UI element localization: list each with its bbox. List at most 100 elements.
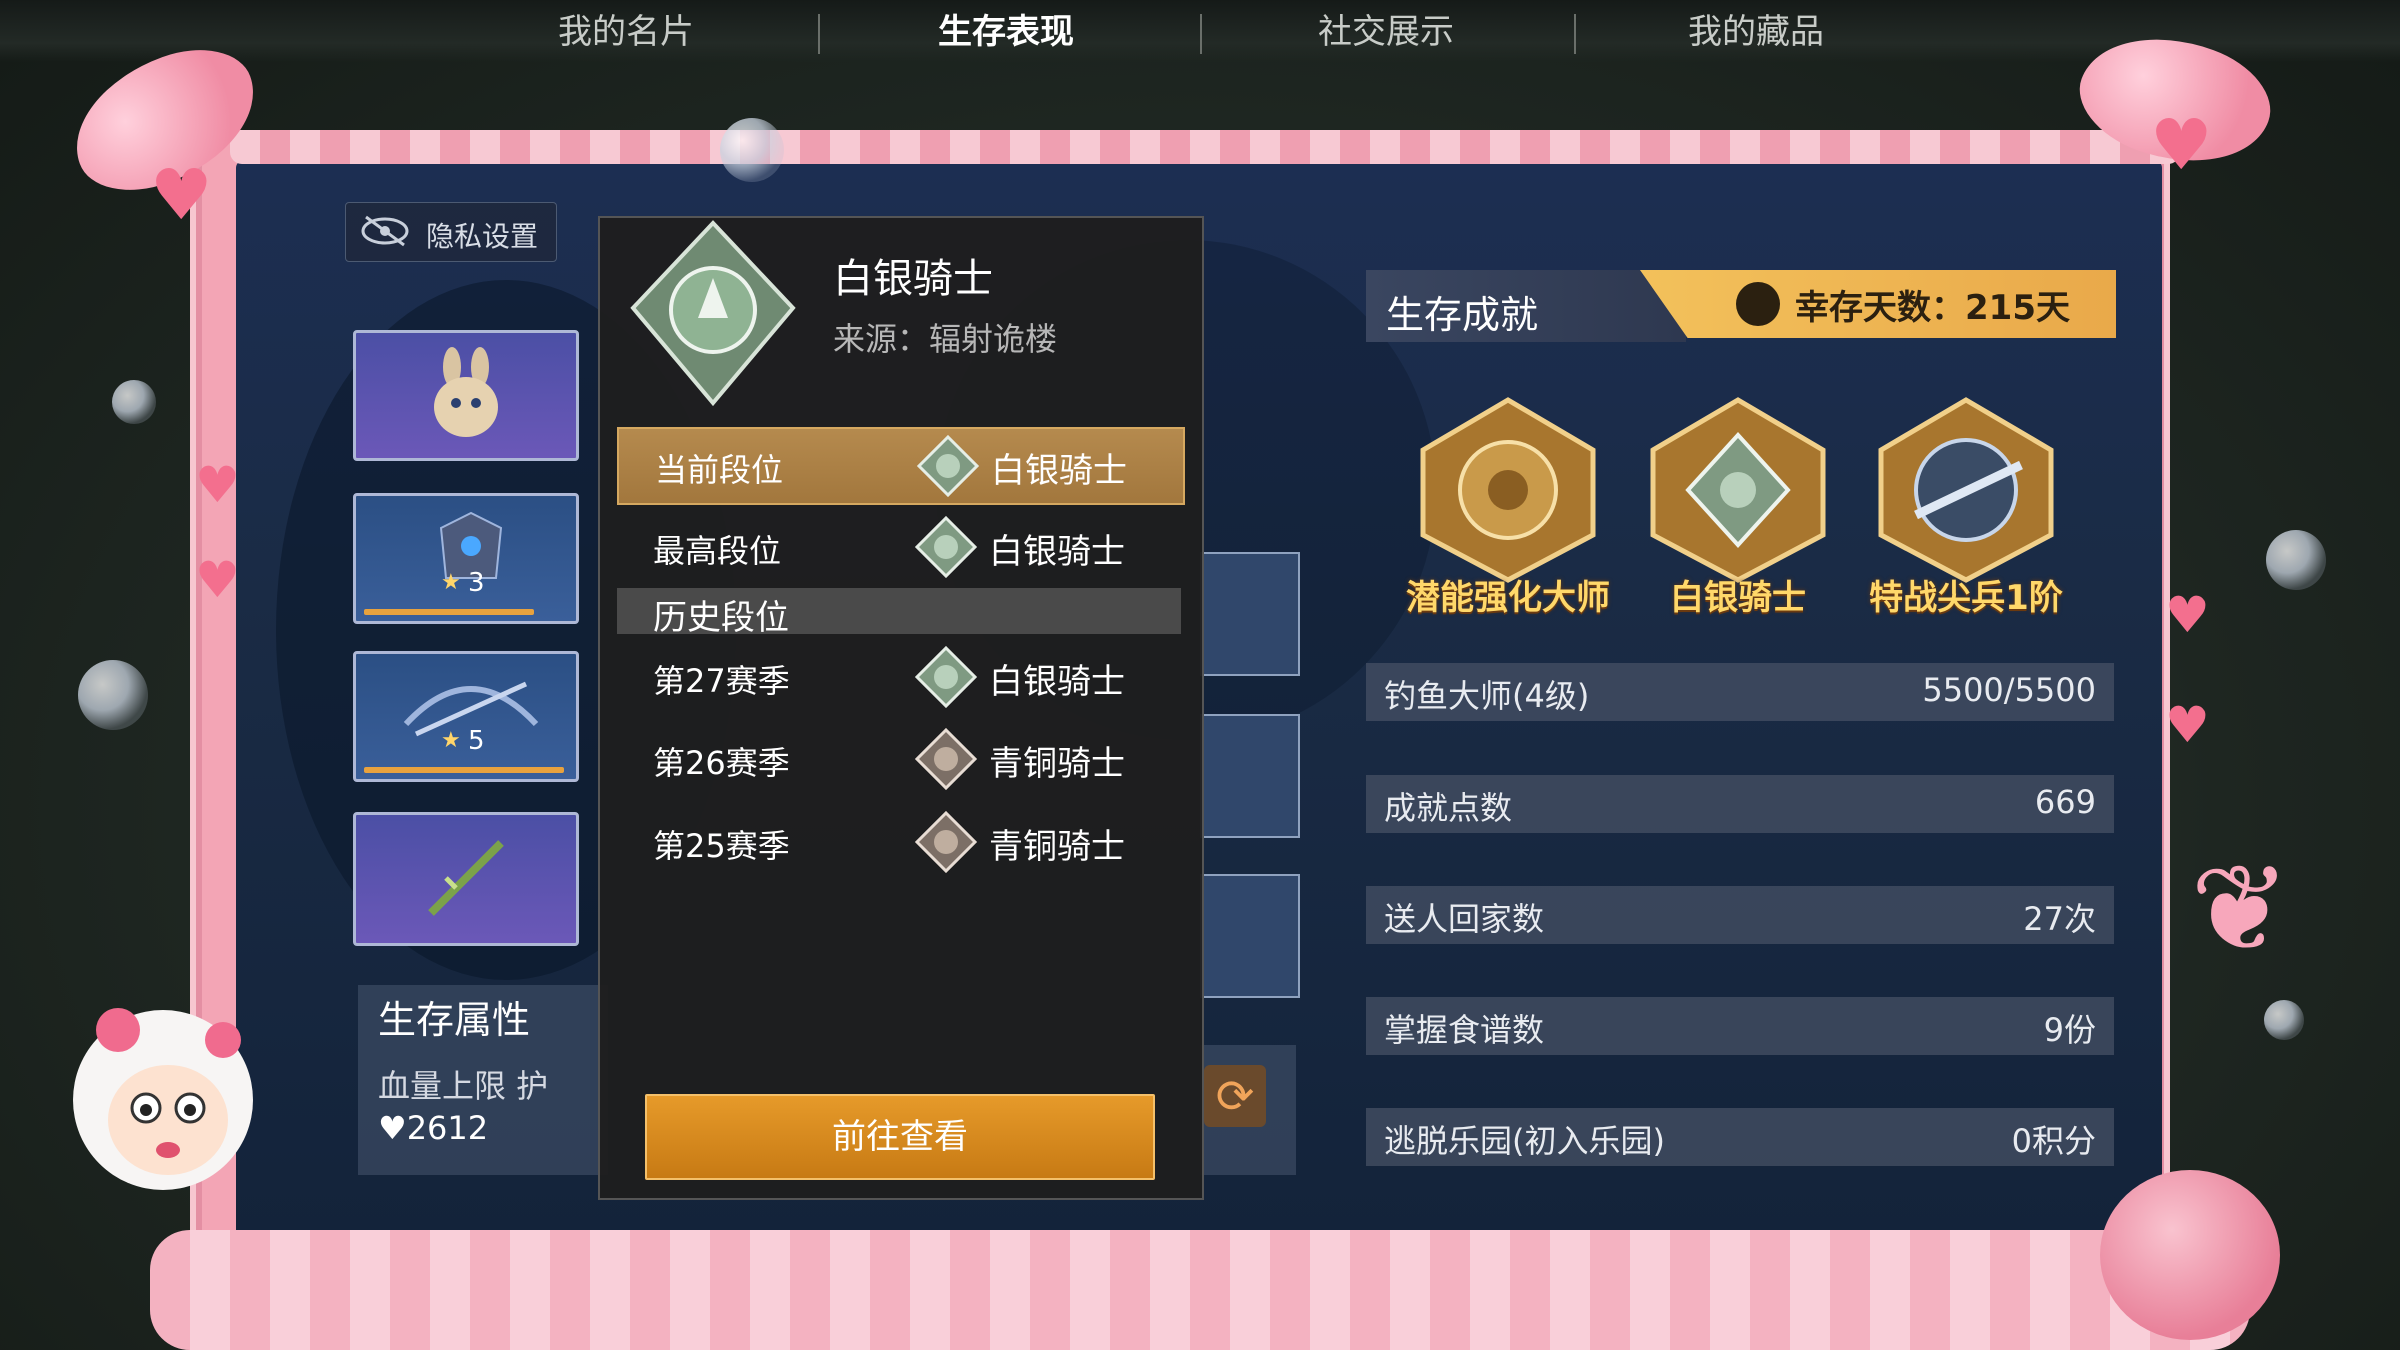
equipment-slot-backpack[interactable] [353, 330, 579, 461]
badge-label: 潜能强化大师 [1406, 578, 1610, 618]
current-rank-label: 当前段位 [655, 451, 784, 489]
privacy-settings-button[interactable]: 隐私设置 [345, 202, 557, 262]
tab-survival-performance[interactable]: 生存表现 [856, 4, 1156, 53]
stat-key: 钓鱼大师(4级) [1384, 677, 1590, 715]
current-rank-value: 白银骑士 [991, 451, 1127, 491]
heart-icon: ♥ [195, 551, 240, 609]
privacy-settings-label: 隐私设置 [426, 220, 539, 253]
durability-bar [364, 767, 564, 773]
survival-attributes-panel: 生存属性 血量上限 护 ♥2612 [358, 985, 608, 1175]
rank-name: 白银骑士 [833, 256, 993, 302]
season-rank: 青铜骑士 [989, 827, 1125, 867]
tab-my-collection[interactable]: 我的藏品 [1606, 4, 1906, 53]
heart-icon: ♥ [150, 154, 213, 236]
survivor-avatar-icon [1736, 282, 1780, 326]
equipment-slot-partial[interactable] [1200, 874, 1300, 998]
special-ops-badge-icon[interactable] [1866, 395, 2066, 585]
hp-value: ♥2612 [378, 1109, 488, 1147]
tab-my-card[interactable]: 我的名片 [476, 4, 776, 53]
yarn-ball-icon [2100, 1170, 2280, 1340]
history-row: 第26赛季 青铜骑士 [617, 722, 1181, 796]
butterfly-icon: ❦ [2190, 840, 2291, 979]
stat-key: 掌握食谱数 [1384, 1011, 1545, 1049]
tab-divider [1200, 14, 1202, 54]
equipment-slot-partial[interactable] [1200, 552, 1300, 676]
silver-knight-rank-icon [917, 435, 979, 497]
lace-bottom-border [150, 1230, 2250, 1350]
equipment-slot-armor[interactable]: ★ 3 [353, 493, 579, 624]
badge-label: 特战尖兵1阶 [1869, 578, 2063, 618]
rabbit-backpack-icon [434, 347, 498, 437]
stat-row-points: 成就点数 669 [1366, 775, 2114, 833]
attribute-labels: 血量上限 护 [378, 1067, 549, 1105]
bubble-icon [112, 380, 156, 424]
heart-icon: ♥ [2165, 696, 2210, 754]
rifle-icon [428, 840, 504, 916]
silver-knight-rank-icon [630, 220, 796, 407]
stat-value: 27次 [2023, 900, 2096, 938]
bronze-knight-rank-icon [915, 811, 977, 873]
stat-value: 9份 [2043, 1011, 2096, 1049]
stat-row-rescues: 送人回家数 27次 [1366, 886, 2114, 944]
hp-number: 2612 [406, 1109, 489, 1147]
stat-row-fishing: 钓鱼大师(4级) 5500/5500 [1366, 663, 2114, 721]
hidden-eye-icon [361, 215, 409, 247]
tab-divider [818, 14, 820, 54]
heart-icon: ♥ [378, 1109, 407, 1147]
bubble-icon [78, 660, 148, 730]
tab-divider [1574, 14, 1576, 54]
silver-knight-rank-icon [915, 516, 977, 578]
silver-knight-badge-icon[interactable] [1638, 395, 1838, 585]
season-rank: 白银骑士 [989, 662, 1125, 702]
stat-key: 送人回家数 [1384, 900, 1545, 938]
highest-rank-row: 最高段位 白银骑士 [617, 510, 1181, 584]
badge-label: 白银骑士 [1670, 578, 1806, 618]
durability-bar [364, 609, 534, 615]
stat-value: 669 [2034, 783, 2096, 821]
history-rank-header: 历史段位 [617, 588, 1181, 638]
history-row: 第27赛季 白银骑士 [617, 640, 1181, 714]
achievements-title: 生存成就 [1386, 293, 1539, 337]
bronze-knight-rank-icon [915, 728, 977, 790]
season-label: 第26赛季 [653, 744, 790, 782]
potential-master-badge-icon[interactable] [1408, 395, 1608, 585]
season-label: 第27赛季 [653, 662, 790, 700]
equipment-slot-rifle[interactable] [353, 812, 579, 946]
rank-source: 来源：辐射诡楼 [833, 320, 1058, 358]
star-icon: ★ [441, 570, 461, 595]
achievements-header: 生存成就 [1366, 270, 1686, 342]
current-rank-row: 当前段位 白银骑士 [617, 427, 1185, 505]
highest-rank-value: 白银骑士 [989, 532, 1125, 572]
lace-top-border [230, 130, 2180, 164]
top-nav: 我的名片 生存表现 社交展示 我的藏品 [0, 0, 2400, 62]
silver-knight-rank-icon [915, 646, 977, 708]
survival-days-text: 幸存天数：215天 [1795, 288, 2070, 328]
stat-value: 5500/5500 [1922, 671, 2096, 709]
star-icon: ★ [441, 728, 461, 753]
armor-star-level: 3 [468, 568, 485, 598]
stat-row-escape-park: 逃脱乐园(初入乐园) 0积分 [1366, 1108, 2114, 1166]
heart-icon: ♥ [2165, 586, 2210, 644]
bubble-icon [2266, 530, 2326, 590]
refresh-icon[interactable]: ⟳ [1204, 1065, 1266, 1127]
heart-icon: ♥ [2150, 104, 2213, 186]
crossbow-star-level: 5 [468, 726, 485, 756]
survival-days-banner: 幸存天数：215天 [1640, 270, 2116, 338]
stat-row-recipes: 掌握食谱数 9份 [1366, 997, 2114, 1055]
history-rank-title: 历史段位 [653, 598, 789, 638]
season-label: 第25赛季 [653, 827, 790, 865]
tab-social-display[interactable]: 社交展示 [1236, 4, 1536, 53]
equipment-slot-crossbow[interactable]: ★ 5 [353, 651, 579, 782]
survival-attributes-title: 生存属性 [378, 998, 531, 1042]
bubble-icon [720, 118, 784, 182]
refresh-area: ⟳ [1200, 1045, 1296, 1175]
stat-key: 逃脱乐园(初入乐园) [1384, 1122, 1665, 1160]
stat-value: 0积分 [2011, 1122, 2096, 1160]
season-rank: 青铜骑士 [989, 744, 1125, 784]
stat-key: 成就点数 [1384, 789, 1513, 827]
equipment-slot-partial[interactable] [1200, 714, 1300, 838]
goto-view-button[interactable]: 前往查看 [645, 1094, 1155, 1180]
history-row: 第25赛季 青铜骑士 [617, 805, 1181, 879]
highest-rank-label: 最高段位 [653, 532, 782, 570]
sheep-mascot-icon [73, 1008, 253, 1190]
